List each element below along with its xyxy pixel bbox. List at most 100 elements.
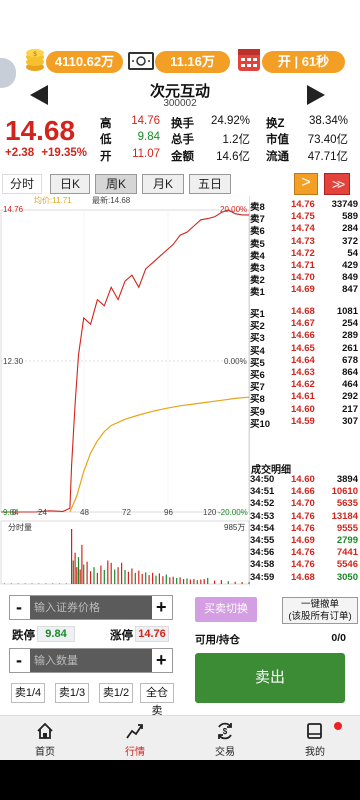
ask-row[interactable]: 卖3 14.71 429 [250,259,360,274]
trade-row[interactable]: 34:58 14.76 5546 [250,559,360,571]
volume-bar [241,582,243,584]
bid-row[interactable]: 买5 14.64 678 [250,355,360,369]
bid-volume: 864 [342,366,358,378]
volume-bar [3,583,5,584]
nav-home[interactable]: 首页 [0,716,90,761]
volume-bar [107,560,109,584]
ask-row[interactable]: 卖8 14.76 33749 [250,199,360,213]
quote-label: 开 [100,151,112,163]
trade-row[interactable]: 34:55 14.69 2799 [250,535,360,547]
sell-button[interactable]: 卖出 [195,653,345,703]
trade-price: 14.76 [291,547,315,559]
next-stock-arrow-icon[interactable] [307,85,325,105]
ask-row[interactable]: 卖7 14.75 589 [250,211,360,225]
bid-row[interactable]: 买3 14.66 289 [250,330,360,344]
trade-row[interactable]: 34:59 14.68 3050 [250,572,360,584]
volume-bar [131,568,133,584]
quote-label: 市值 [266,134,289,146]
x-tick-120: 120 [203,508,217,517]
tab-monthly-k[interactable]: 月K [142,174,184,194]
trade-row[interactable]: 34:53 14.76 13184 [250,511,360,523]
session-pill[interactable]: 开 | 61秒 [262,51,345,73]
nav-mine[interactable]: 我的 [270,716,360,761]
qty-decrement-button[interactable]: - [16,650,22,671]
volume-bar [176,577,178,584]
x-tick-24: 24 [38,508,47,517]
bid-row[interactable]: 买4 14.65 261 [250,343,360,357]
trade-row[interactable]: 34:56 14.76 7441 [250,547,360,559]
trade-volume: 3894 [336,474,358,485]
trade-row[interactable]: 34:52 14.70 5635 [250,498,360,510]
price-increment-button[interactable]: + [156,597,167,618]
ask-volume: 429 [342,259,358,271]
nav-home-label: 首页 [35,747,55,758]
price-input[interactable]: 输入证券价格 [30,596,152,619]
volume-bar [172,576,174,584]
volume-bar [124,570,126,584]
cancel-all-orders-button[interactable]: 一键撤单 (该股所有订单) [282,597,358,624]
bid-row[interactable]: 买8 14.61 292 [250,391,360,405]
cash-pill[interactable]: 11.16万 [155,51,230,73]
trade-label: 34:50 [250,474,275,485]
limit-down-value: 9.84 [37,626,75,642]
nav-market[interactable]: 行情 [90,716,180,761]
bid-row[interactable]: 买6 14.63 864 [250,366,360,381]
next-page-button[interactable]: > [294,173,318,195]
tab-weekly-k[interactable]: 周K [95,174,137,194]
trade-row[interactable]: 34:51 14.66 10610 [250,486,360,498]
qty-increment-button[interactable]: + [156,650,167,671]
balance-pill[interactable]: 4110.62万 [46,51,123,73]
volume-bar [155,575,157,584]
buy-sell-switch-button[interactable]: 买卖切换 [195,597,257,622]
quote-label: 高 [100,118,112,130]
trade-price: 14.76 [291,510,315,522]
quote-value: 14.76 [131,115,160,127]
volume-bar [100,565,102,584]
limit-up-label: 涨停 [110,630,133,642]
volume-bar [189,579,191,584]
bid-price: 14.62 [291,379,315,391]
ask-row[interactable]: 卖5 14.73 372 [250,235,360,250]
volume-bar [138,570,140,584]
volume-bar [86,561,88,584]
price-decrement-button[interactable]: - [16,597,22,618]
limit-down-label: 跌停 [12,630,35,642]
x-tick-0: 0 [12,508,17,517]
tab-intraday[interactable]: 分时 [2,174,42,194]
ask-row[interactable]: 卖2 14.70 849 [250,272,360,286]
sell-orders: 卖8 14.76 33749 卖7 14.75 589 卖6 14.74 284 卖5 14.73 3… [250,199,360,298]
quote-value: 11.07 [132,148,160,160]
quantity-input[interactable]: 输入数量 [30,649,152,672]
trade-row[interactable]: 34:50 14.60 3894 [250,474,360,486]
quote-row: 低 9.84 总手 1.2亿 市值 73.40亿 [0,131,360,147]
trade-row[interactable]: 34:54 14.76 9555 [250,523,360,535]
bid-price: 14.66 [291,330,315,342]
intraday-chart[interactable]: 14.76 均价:11.71 最新:14.68 20.00% 12.30 0.0… [0,196,250,586]
volume-bar [59,583,61,584]
tab-daily-k[interactable]: 日K [50,174,90,194]
last-page-button[interactable]: >> [324,173,350,195]
nav-trade[interactable]: $ 交易 [180,716,270,761]
bid-row[interactable]: 买9 14.60 217 [250,404,360,418]
quote-value: 73.40亿 [307,134,348,146]
quote-value: 24.92% [210,115,250,127]
bid-row[interactable]: 买7 14.62 464 [250,379,360,393]
ask-price: 14.73 [291,235,315,247]
sell-all-button[interactable]: 全仓卖 [140,683,174,717]
bid-row[interactable]: 买10 14.59 307 [250,416,360,430]
sell-half-button[interactable]: 卖1/2 [99,683,133,703]
ask-row[interactable]: 卖4 14.72 54 [250,248,360,262]
tab-five-day[interactable]: 五日 [189,174,231,194]
ask-row[interactable]: 卖6 14.74 284 [250,223,360,237]
trade-label: 34:51 [250,486,275,498]
bid-volume: 464 [342,379,358,391]
sell-quarter-button[interactable]: 卖1/4 [11,683,45,703]
bid-row[interactable]: 买2 14.67 254 [250,318,360,332]
bid-row[interactable]: 买1 14.68 1081 [250,306,360,320]
volume-bar [79,569,81,584]
sell-third-button[interactable]: 卖1/3 [55,683,89,703]
home-icon [37,722,53,739]
volume-bars [3,529,250,584]
system-nav-bar [0,760,360,800]
ask-row[interactable]: 卖1 14.69 847 [250,284,360,298]
